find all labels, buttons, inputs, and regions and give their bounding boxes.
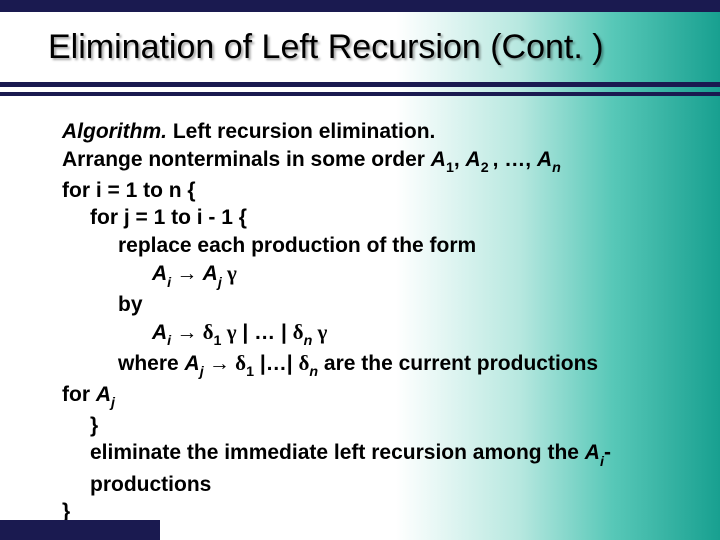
algo-eliminate-1: eliminate the immediate left recursion a… xyxy=(62,439,672,470)
comma-1: , xyxy=(454,148,466,171)
sub-2: 2 xyxy=(481,160,493,176)
title-underline-thick xyxy=(0,82,720,87)
delta-1: δ xyxy=(203,320,214,344)
gamma-1: γ xyxy=(222,261,237,285)
sym-Aj: A xyxy=(203,262,218,285)
algo-replace: replace each production of the form xyxy=(62,232,672,260)
gamma-3: γ xyxy=(312,320,327,344)
title-underline xyxy=(0,82,720,98)
sub-n: n xyxy=(552,160,561,176)
sym-A1: A xyxy=(431,148,446,171)
algo-arrange: Arrange nonterminals in some order A1, A… xyxy=(62,146,672,177)
where-suf: are the current productions xyxy=(318,352,598,375)
slide-title: Elimination of Left Recursion (Cont. ) xyxy=(48,28,604,67)
eliminate-text: eliminate the immediate left recursion a… xyxy=(90,441,585,464)
algo-prod-repl: Ai → δ1 γ | … | δn γ xyxy=(62,319,672,350)
algo-by: by xyxy=(62,291,672,319)
sym-Aj-2: A xyxy=(185,352,200,375)
sub-i: i xyxy=(167,275,171,291)
arrow-2: → xyxy=(171,320,203,344)
sub-n2: n xyxy=(304,333,313,349)
title-underline-thin xyxy=(0,92,720,96)
algo-eliminate-2: productions xyxy=(62,471,672,499)
where-pref: where xyxy=(118,352,185,375)
bottom-accent-bar xyxy=(0,520,160,540)
delta-nb: δ xyxy=(298,351,309,375)
algo-prod-form: Ai → Aj γ xyxy=(62,260,672,291)
sym-An: A xyxy=(537,148,552,171)
sub-1b: 1 xyxy=(214,333,222,349)
algo-heading: Algorithm. Left recursion elimination. xyxy=(62,118,672,146)
algo-for-Aj: for Aj xyxy=(62,381,672,412)
bars-mid: | … | xyxy=(237,321,293,344)
sym-A2: A xyxy=(466,148,481,171)
sub-j: j xyxy=(218,275,222,291)
sub-j-2: j xyxy=(200,364,204,380)
arrow-1: → xyxy=(171,261,203,285)
delta-1b: δ xyxy=(235,351,246,375)
sub-n3: n xyxy=(309,364,318,380)
sub-1: 1 xyxy=(446,160,454,176)
algo-where: where Aj → δ1 |…| δn are the current pro… xyxy=(62,350,672,381)
arrow-3: → xyxy=(204,351,236,375)
gamma-2: γ xyxy=(221,320,236,344)
algo-for-j: for j = 1 to i - 1 { xyxy=(62,204,672,232)
where-mid: |…| xyxy=(254,352,298,375)
sym-Ai-2: A xyxy=(152,321,167,344)
algo-close-inner: } xyxy=(62,412,672,440)
algo-heading-text: Left recursion elimination. xyxy=(167,120,435,143)
algo-arrange-prefix: Arrange nonterminals in some order xyxy=(62,148,431,171)
algorithm-body: Algorithm. Left recursion elimination. A… xyxy=(62,118,672,526)
algo-heading-label: Algorithm. xyxy=(62,120,167,143)
sym-Aj-3: A xyxy=(96,383,111,406)
top-accent-bar xyxy=(0,0,720,12)
sub-1c: 1 xyxy=(246,364,254,380)
for-Aj-pref: for xyxy=(62,383,96,406)
delta-n: δ xyxy=(293,320,304,344)
sub-i-3: i xyxy=(600,454,604,470)
sub-i-2: i xyxy=(167,333,171,349)
sym-Ai-3: A xyxy=(585,441,600,464)
eliminate-dash: - xyxy=(604,441,611,464)
algo-for-i: for i = 1 to n { xyxy=(62,177,672,205)
slide: Elimination of Left Recursion (Cont. ) A… xyxy=(0,0,720,540)
sym-Ai: A xyxy=(152,262,167,285)
sub-j-3: j xyxy=(111,395,115,411)
ellipsis-1: , …, xyxy=(493,148,537,171)
